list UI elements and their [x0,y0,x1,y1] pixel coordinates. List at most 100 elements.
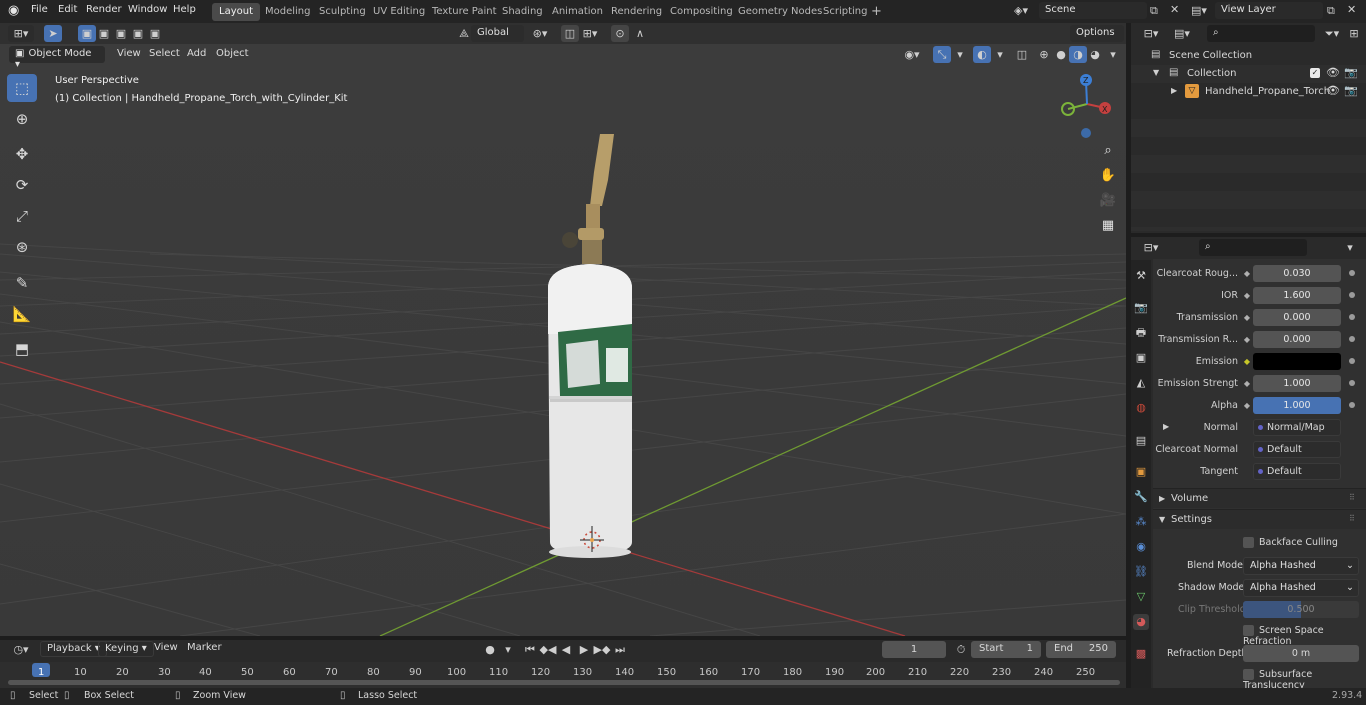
tab-texture-paint[interactable]: Texture Paint [425,3,504,21]
tab-sculpting[interactable]: Sculpting [312,3,373,21]
play-reverse-icon[interactable]: ◀ [557,641,575,658]
annotate-tool-icon[interactable]: ✎ [7,269,37,297]
backface-culling-checkbox[interactable]: Backface Culling [1243,537,1338,548]
menu-render[interactable]: Render [86,4,122,15]
scene-name-field[interactable]: Scene [1039,2,1147,19]
jump-next-keyframe-icon[interactable]: ▶◆ [593,641,611,658]
overlays-toggle-icon[interactable]: ◐ [973,46,991,63]
collection-render-icon[interactable]: 📷 [1344,66,1358,79]
properties-search-input[interactable]: ⌕ [1199,239,1307,256]
menu-edit[interactable]: Edit [58,4,77,15]
remove-view-layer-icon[interactable]: ✕ [1347,3,1356,16]
gizmo-dropdown-icon[interactable]: ▾ [951,46,969,63]
shading-solid-icon[interactable]: ● [1052,46,1070,63]
normal-link-field[interactable]: Normal/Map [1253,419,1341,436]
menu-help[interactable]: Help [173,4,196,15]
timeline-scrollbar[interactable] [8,680,1120,685]
scene-selector-icon[interactable]: ◈▾ [1014,4,1028,17]
object-mode-dropdown[interactable]: ▣ Object Mode ▾ [9,46,105,70]
object-visibility-icon[interactable]: 👁 [1326,84,1340,97]
tab-uv-editing[interactable]: UV Editing [366,3,432,21]
modifier-tab-icon[interactable]: 🔧 [1133,489,1149,505]
blend-mode-dropdown[interactable]: Alpha Hashed ⌄ [1243,557,1359,575]
blender-logo-icon[interactable]: ◉ [8,3,19,18]
3d-viewport[interactable]: User Perspective (1) Collection | Handhe… [0,44,1126,636]
start-frame-field[interactable]: Start 1 [971,641,1041,658]
perspective-toggle-icon[interactable]: ▦ [1097,215,1119,237]
object-render-icon[interactable]: 📷 [1344,84,1358,97]
cursor-tool-icon[interactable]: ⊕ [7,105,37,133]
outliner-row-object[interactable]: ▶ ▽ Handheld_Propane_Torch 👁 📷 [1131,83,1366,101]
shadow-mode-dropdown[interactable]: Alpha Hashed ⌄ [1243,579,1359,597]
select-mode-extend-icon[interactable]: ▣ [95,25,113,42]
object-tab-icon[interactable]: ▣ [1133,464,1149,480]
keyframe-dot-icon[interactable] [1349,292,1355,298]
menu-select[interactable]: Select [143,47,186,63]
properties-editor-type-icon[interactable]: ⊟▾ [1138,239,1164,256]
screen-space-refraction-checkbox[interactable]: Screen Space Refraction [1243,625,1366,647]
tab-compositing[interactable]: Compositing [663,3,740,21]
proportional-falloff-icon[interactable]: ∧ [631,25,649,42]
output-tab-icon[interactable]: 🖶 [1133,325,1149,341]
pivot-point-icon[interactable]: ⊛▾ [531,25,549,42]
transmission-roughness-field[interactable]: 0.000 [1253,331,1341,348]
expand-arrow-icon[interactable]: ▶ [1171,86,1177,95]
particles-tab-icon[interactable]: ⁂ [1133,514,1149,530]
render-tab-icon[interactable]: 📷 [1133,300,1149,316]
select-mode-intersect-icon[interactable]: ▣ [146,25,164,42]
end-frame-field[interactable]: End 250 [1046,641,1116,658]
snap-toggle-icon[interactable]: ◫ [561,25,579,42]
editor-type-icon[interactable]: ⊞▾ [8,25,34,42]
scale-tool-icon[interactable]: ⤢ [7,202,37,230]
select-mode-subtract-icon[interactable]: ▣ [112,25,130,42]
proportional-editing-icon[interactable]: ⊙ [611,25,629,42]
rotate-tool-icon[interactable]: ⟳ [7,171,37,199]
outliner-row-collection[interactable]: ▼ ▤ Collection ✓ 👁 📷 [1131,65,1366,83]
auto-keying-dropdown-icon[interactable]: ▾ [499,641,517,658]
outliner-search-input[interactable]: ⌕ [1207,25,1315,42]
preview-range-icon[interactable]: ⏱ [952,641,970,658]
visibility-selectability-icon[interactable]: ◉▾ [903,46,921,63]
expand-arrow-icon[interactable]: ▼ [1153,68,1159,77]
new-collection-icon[interactable]: ⊞ [1345,25,1363,42]
keyframe-dot-icon[interactable] [1349,336,1355,342]
select-mode-new-icon[interactable]: ▣ [78,25,96,42]
timeline-editor-type-icon[interactable]: ◷▾ [8,641,34,658]
material-tab-icon[interactable]: ◕ [1133,614,1149,630]
tab-geometry-nodes[interactable]: Geometry Nodes [731,3,829,21]
tab-animation[interactable]: Animation [545,3,610,21]
keyframe-dot-icon[interactable] [1349,402,1355,408]
shading-options-icon[interactable]: ▾ [1104,46,1122,63]
collection-visibility-icon[interactable]: 👁 [1326,66,1340,79]
menu-window[interactable]: Window [128,4,167,15]
ior-field[interactable]: 1.600 [1253,287,1341,304]
collection-tab-icon[interactable]: ▤ [1133,433,1149,449]
new-scene-icon[interactable]: ⧉ [1150,4,1158,18]
jump-start-icon[interactable]: ⏮ [521,641,539,658]
world-tab-icon[interactable]: ◍ [1133,400,1149,416]
constraints-tab-icon[interactable]: ⛓ [1133,564,1149,580]
refraction-depth-field[interactable]: 0 m [1243,645,1359,662]
emission-color-swatch[interactable] [1253,353,1341,370]
scene-tab-icon[interactable]: ◭ [1133,375,1149,391]
display-mode-icon[interactable]: ▤▾ [1169,25,1195,42]
select-box-tool-icon[interactable]: ⬚ [7,74,37,102]
navigation-gizmo[interactable]: X Z [1055,72,1125,142]
jump-prev-keyframe-icon[interactable]: ◆◀ [539,641,557,658]
measure-tool-icon[interactable]: 📐 [7,300,37,328]
texture-tab-icon[interactable]: ▩ [1133,646,1149,662]
timeline-view-menu[interactable]: View [148,641,184,657]
drag-handle-icon[interactable]: ⠿ [1349,493,1355,502]
auto-keying-icon[interactable]: ● [481,641,499,658]
jump-end-icon[interactable]: ⏭ [611,641,629,658]
clearcoat-normal-link-field[interactable]: Default [1253,441,1341,458]
add-workspace-icon[interactable]: + [871,4,882,19]
tab-scripting[interactable]: Scripting [816,3,874,21]
overlays-dropdown-icon[interactable]: ▾ [991,46,1009,63]
outliner-row-scene-collection[interactable]: ▤ Scene Collection [1131,47,1366,65]
options-dropdown[interactable]: Options [1070,25,1124,42]
select-tool-icon[interactable]: ➤ [44,25,62,42]
snap-target-icon[interactable]: ⊞▾ [581,25,599,42]
shading-material-icon[interactable]: ◑ [1069,46,1087,63]
new-view-layer-icon[interactable]: ⧉ [1327,4,1335,18]
